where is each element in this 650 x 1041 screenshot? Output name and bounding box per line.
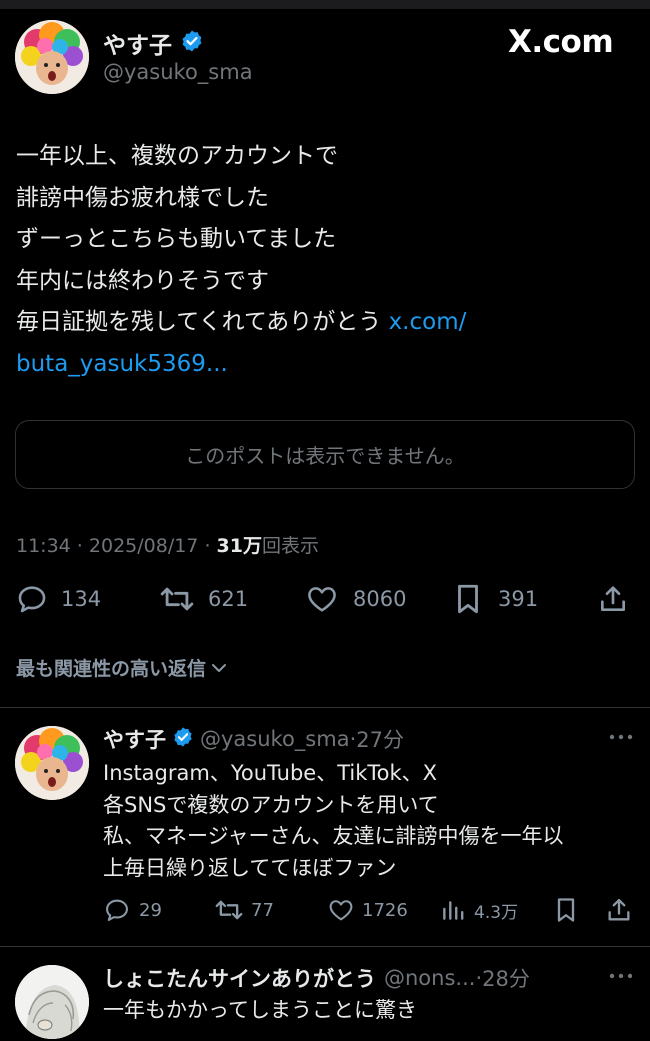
reply-text-line: 一年もかかってしまうことに驚き [103,998,417,1022]
reply-text-line: Instagram、YouTube、TikTok、X [103,761,438,785]
post-text-line: 一年以上、複数のアカウントで [16,143,338,169]
bookmark-icon [458,584,478,614]
more-button[interactable] [608,729,634,749]
reply-like-button[interactable]: 1726 [327,896,408,924]
repost-count: 621 [208,587,249,611]
share-button[interactable] [597,582,629,616]
views-icon [443,901,464,920]
author-avatar[interactable] [15,20,89,94]
bookmark-count: 391 [498,587,539,611]
share-icon [601,586,625,611]
reply-sort-selector[interactable]: 最も関連性の高い返信 [16,654,229,681]
post-text-line: 誹謗中傷お疲れ様でした [16,184,269,211]
reply-bookmark-button[interactable] [553,896,579,924]
reply-author-handle[interactable]: @yasuko_sma [200,727,350,751]
reply-views-count: 4.3万 [474,902,519,923]
post-link[interactable]: x.com/ [389,309,467,335]
reply-author-name[interactable]: やす子 [103,724,166,754]
author-name[interactable]: やす子 [103,26,172,60]
reply-time[interactable]: 27分 [356,724,404,754]
quote-unavailable-text: このポストは表示できません。 [185,444,465,468]
post-text-line: 毎日証拠を残してくれてありがとう x.com/ [16,302,636,344]
views-label: 回表示 [261,535,319,557]
views-count: 31万 [216,535,262,557]
more-icon [609,973,633,979]
divider [0,946,650,947]
reply-text-line: 各SNSで複数のアカウントを用いて [103,792,439,817]
repost-icon [160,587,194,611]
reply-reply-count: 29 [139,899,162,921]
reply-repost-count: 77 [251,899,274,921]
meta-separator: · [349,727,357,751]
bookmark-button[interactable]: 391 [452,582,538,616]
reply-text: Instagram、YouTube、TikTok、X 各SNSで複数のアカウント… [103,758,564,884]
reply-share-button[interactable] [605,896,633,924]
post-text: 一年以上、複数のアカウントで 誹謗中傷お疲れ様でした ずーっとこちらも動いてまし… [16,136,636,385]
reply-like-count: 1726 [362,899,408,921]
reply-text-line: 上毎日繰り返しててほぼファン [103,855,397,880]
divider [0,707,650,708]
reply-time[interactable]: 28分 [482,963,530,993]
status-strip [0,0,650,9]
reply-sort-label: 最も関連性の高い返信 [16,658,207,680]
author-name-row: やす子 [103,26,204,60]
reply-button[interactable]: 134 [15,582,101,616]
post-link-continued[interactable]: buta_yasuk5369... [16,344,636,386]
reply-views-button[interactable]: 4.3万 [440,896,518,924]
post-text-line: ずーっとこちらも動いてました [16,226,337,252]
more-button[interactable] [608,968,634,988]
post-text-line-content: 毎日証拠を残してくれてありがとう [16,309,389,335]
reply-avatar[interactable] [15,965,89,1039]
reply-author-name[interactable]: しょこたんサインありがとう [103,963,376,993]
reply-header: やす子 @yasuko_sma · 27分 [103,724,404,754]
meta-separator: · [70,535,89,557]
site-logo: X.com [508,24,614,60]
like-icon [329,900,353,921]
post-time[interactable]: 11:34 [16,535,71,557]
reply-icon [18,586,46,613]
reply-text-line: 私、マネージャーさん、友達に誹謗中傷を一年以 [103,824,564,848]
reply-reply-button[interactable]: 29 [103,896,162,924]
reply-text: 一年もかかってしまうことに驚き [103,995,417,1026]
reply-count: 134 [61,587,102,611]
more-icon [609,734,633,740]
reply-icon [106,899,128,921]
meta-separator: · [475,966,483,990]
reply-repost-button[interactable]: 77 [213,896,274,924]
reply-header: しょこたんサインありがとう @nons... · 28分 [103,963,530,993]
like-count: 8060 [353,587,407,611]
chevron-down-icon [212,663,227,672]
bookmark-icon [557,898,575,922]
share-icon [608,898,630,921]
post-text-line: 年内には終わりそうです [16,267,269,294]
reply-author-handle[interactable]: @nons... [384,966,475,990]
repost-icon [215,900,243,920]
like-button[interactable]: 8060 [305,582,406,616]
post-date[interactable]: 2025/08/17 [89,535,199,557]
verified-badge-icon [180,29,204,57]
meta-separator: · [198,535,217,557]
like-icon [308,587,336,612]
verified-badge-icon [172,726,194,753]
quote-unavailable-box: このポストは表示できません。 [15,420,635,489]
post-meta: 11:34 · 2025/08/17 · 31万回表示 [16,531,319,558]
reply-avatar[interactable] [15,726,89,800]
repost-button[interactable]: 621 [158,582,248,616]
author-handle[interactable]: @yasuko_sma [103,60,253,84]
